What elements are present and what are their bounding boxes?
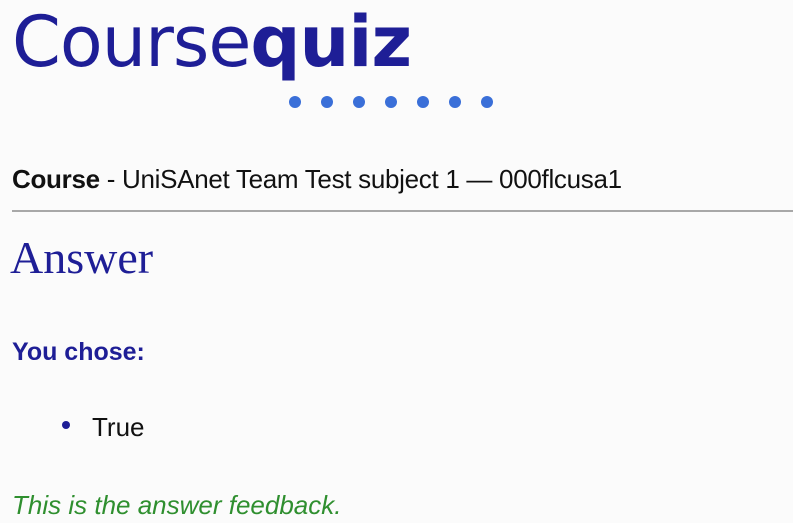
dot-decoration xyxy=(449,96,461,108)
dot-decoration xyxy=(289,96,301,108)
course-label: Course xyxy=(12,164,100,194)
course-separator: - xyxy=(99,164,122,194)
chosen-answer-text: True xyxy=(92,412,145,442)
logo-text-quiz: quiz xyxy=(250,1,412,83)
dot-decoration xyxy=(321,96,333,108)
coursequiz-logo: Coursequiz xyxy=(12,1,412,83)
logo-text-course: Course xyxy=(12,1,251,83)
bullet-icon xyxy=(62,420,70,429)
dot-decoration xyxy=(353,96,365,108)
answer-feedback: This is the answer feedback. xyxy=(12,490,342,520)
chosen-answer-item: True xyxy=(62,412,145,443)
dot-decoration xyxy=(417,96,429,108)
course-info: Course - UniSAnet Team Test subject 1 — … xyxy=(12,164,622,195)
divider xyxy=(12,210,793,212)
logo-dots-decoration xyxy=(289,96,493,108)
dot-decoration xyxy=(481,96,493,108)
page-title: Answer xyxy=(10,232,154,283)
course-name: UniSAnet Team Test subject 1 — 000flcusa… xyxy=(122,164,622,194)
you-chose-label: You chose: xyxy=(12,338,145,366)
dot-decoration xyxy=(385,96,397,108)
